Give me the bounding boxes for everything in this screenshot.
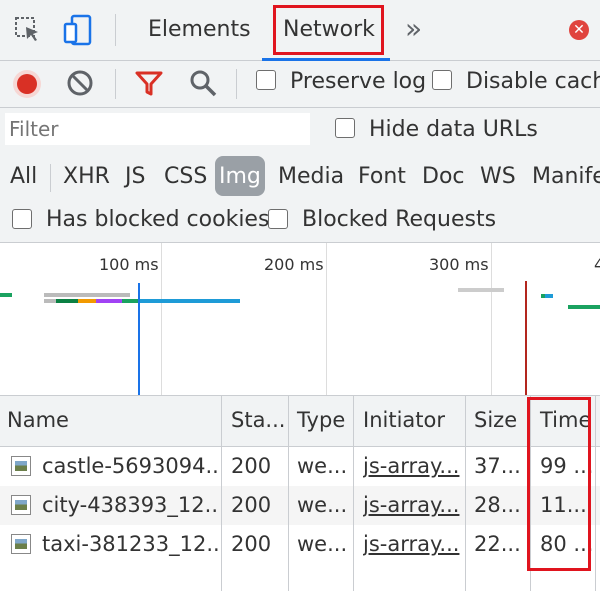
preserve-log-checkbox[interactable] xyxy=(256,70,276,90)
clear-icon[interactable] xyxy=(66,69,94,97)
column-separator[interactable] xyxy=(465,396,466,591)
overview-tick-label: 300 ms xyxy=(429,255,489,274)
column-separator[interactable] xyxy=(221,396,222,591)
error-count-icon[interactable]: ✕ xyxy=(569,20,589,40)
column-header-initiator[interactable]: Initiator xyxy=(363,408,445,432)
overview-gridline xyxy=(161,243,162,395)
request-status: 200 xyxy=(231,532,272,556)
device-toolbar-icon[interactable] xyxy=(62,14,94,46)
network-overview[interactable]: 100 ms 200 ms 300 ms 4 xyxy=(0,243,600,396)
request-initiator-link[interactable]: js-array... xyxy=(363,454,463,478)
overview-bar xyxy=(138,299,240,303)
inspect-element-icon[interactable] xyxy=(14,16,42,44)
type-media[interactable]: Media xyxy=(278,162,344,192)
type-js[interactable]: JS xyxy=(125,162,145,192)
tab-elements[interactable]: Elements xyxy=(148,17,251,42)
column-header-status[interactable]: Sta... xyxy=(231,408,285,432)
column-separator[interactable] xyxy=(353,396,354,591)
request-status: 200 xyxy=(231,493,272,517)
request-name: city-438393_12... xyxy=(42,493,220,517)
overview-bar xyxy=(122,299,138,303)
overview-bar xyxy=(96,299,122,303)
overview-bar xyxy=(568,305,600,309)
type-manifest[interactable]: Manife xyxy=(532,162,600,192)
filter-icon[interactable] xyxy=(135,69,163,97)
column-header-type[interactable]: Type xyxy=(297,408,345,432)
filter-bar: Hide data URLs xyxy=(0,108,600,154)
toolbar-separator xyxy=(236,69,237,99)
request-initiator-link[interactable]: js-array... xyxy=(363,493,463,517)
toolbar-separator xyxy=(115,69,116,99)
search-icon[interactable] xyxy=(188,68,218,98)
hide-data-urls-label: Hide data URLs xyxy=(369,117,538,142)
request-initiator-link[interactable]: js-array... xyxy=(363,532,463,556)
blocked-requests-label: Blocked Requests xyxy=(302,207,497,232)
has-blocked-cookies-label: Has blocked cookies xyxy=(46,207,270,232)
request-type: we... xyxy=(297,454,348,478)
image-file-icon xyxy=(11,456,31,476)
blocked-requests-checkbox[interactable] xyxy=(268,209,288,229)
disable-cache-checkbox[interactable] xyxy=(432,70,452,90)
column-separator[interactable] xyxy=(288,396,289,591)
overview-bar xyxy=(56,299,78,303)
overview-tick-label: 200 ms xyxy=(264,255,324,274)
overview-bar xyxy=(458,288,504,292)
type-font[interactable]: Font xyxy=(358,162,406,192)
network-toolbar: Preserve log Disable cache xyxy=(0,61,600,108)
resource-type-bar: All XHR JS CSS Img Media Font Doc WS Man… xyxy=(0,154,600,200)
request-type: we... xyxy=(297,493,348,517)
request-status: 200 xyxy=(231,454,272,478)
filter-input[interactable] xyxy=(5,113,310,145)
load-event-line xyxy=(525,281,527,395)
network-tab-highlight xyxy=(273,5,384,55)
disable-cache-label: Disable cache xyxy=(466,69,600,94)
image-file-icon xyxy=(11,495,31,515)
record-button[interactable] xyxy=(12,69,42,99)
more-tabs-button[interactable]: » xyxy=(405,12,422,45)
overview-bar xyxy=(0,293,12,297)
request-size: 22... xyxy=(474,532,521,556)
time-column-highlight xyxy=(527,397,591,571)
type-doc[interactable]: Doc xyxy=(422,162,465,192)
column-separator[interactable] xyxy=(595,396,596,591)
type-ws[interactable]: WS xyxy=(480,162,516,192)
request-size: 37... xyxy=(474,454,521,478)
blocked-filter-bar: Has blocked cookies Blocked Requests xyxy=(0,200,600,243)
request-name: taxi-381233_12... xyxy=(42,532,220,556)
type-img[interactable]: Img xyxy=(215,156,265,196)
overview-bar xyxy=(78,299,96,303)
overview-tick-label: 4 xyxy=(594,255,600,274)
overview-gridline xyxy=(491,243,492,395)
column-header-name[interactable]: Name xyxy=(7,408,69,432)
requests-table: Name Sta... Type Initiator Size Time cas… xyxy=(0,396,600,591)
hide-data-urls-checkbox[interactable] xyxy=(335,118,355,138)
overview-tick-label: 100 ms xyxy=(99,255,159,274)
preserve-log-label: Preserve log xyxy=(290,69,427,94)
overview-bar xyxy=(44,299,56,303)
overview-bar xyxy=(44,293,130,297)
image-file-icon xyxy=(11,534,31,554)
type-xhr[interactable]: XHR xyxy=(63,162,110,192)
table-row[interactable]: castle-5693094... 200 we... js-array... … xyxy=(0,447,600,486)
request-type: we... xyxy=(297,532,348,556)
type-all[interactable]: All xyxy=(10,162,37,192)
toolbar-separator xyxy=(115,14,116,46)
column-header-size[interactable]: Size xyxy=(474,408,517,432)
dom-content-loaded-line xyxy=(138,283,140,395)
overview-bar xyxy=(545,294,553,298)
request-size: 28... xyxy=(474,493,521,517)
devtools-tab-bar: Elements Network » ✕ xyxy=(0,0,600,61)
table-row[interactable]: taxi-381233_12... 200 we... js-array... … xyxy=(0,525,600,564)
type-separator xyxy=(50,164,51,192)
overview-gridline xyxy=(326,243,327,395)
table-row[interactable]: city-438393_12... 200 we... js-array... … xyxy=(0,486,600,525)
request-name: castle-5693094... xyxy=(42,454,220,478)
has-blocked-cookies-checkbox[interactable] xyxy=(12,209,32,229)
type-css[interactable]: CSS xyxy=(164,162,207,192)
